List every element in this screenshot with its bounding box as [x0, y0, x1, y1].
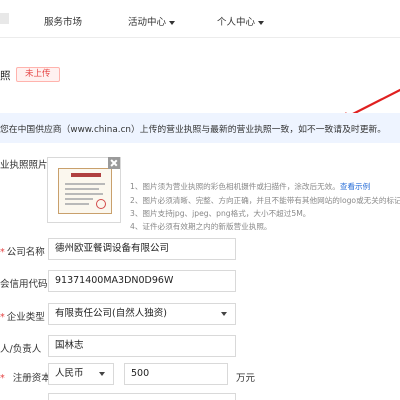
doc-line [65, 183, 105, 185]
capital-amount-field[interactable]: 500 [124, 363, 228, 385]
upload-hint: 3、图片支持jpg、jpeg、png格式，大小不超过5M。 [130, 208, 310, 219]
nav-item-personal-center[interactable]: 个人中心 [217, 14, 265, 28]
seal-icon [96, 199, 106, 209]
nav-item-label: 服务市场 [44, 17, 83, 28]
notice-bar: 您在中国供应商（www.china.cn）上传的营业执照与最新的营业执照一致，如… [0, 113, 400, 143]
currency-select[interactable]: 人民币 [48, 363, 114, 385]
nav-item-partial[interactable] [0, 13, 9, 24]
upload-hint: 2、图片必须清晰、完整、方向正确，并且不能带有其他网站的logo或无关的标记信息 [130, 195, 400, 206]
view-example-link[interactable]: 查看示例 [340, 182, 370, 191]
chevron-down-icon [258, 20, 265, 25]
doc-line [65, 198, 93, 200]
doc-line [65, 188, 99, 190]
company-type-label: * 企业类型 [0, 309, 45, 323]
nav-item-label: 个人中心 [217, 17, 256, 28]
hint-text: 1、图片须为营业执照的彩色相机摄件或扫描件，涂改后无效。 [130, 182, 340, 191]
upload-label: 业执照照片 [0, 160, 48, 171]
label-text: 企业类型 [6, 312, 45, 323]
doc-title-mark [71, 173, 101, 177]
select-value: 人民币 [55, 368, 84, 379]
nav-item-service-market[interactable]: 服务市场 [44, 14, 82, 28]
select-value: 有限责任公司(自然人独资) [55, 308, 167, 319]
chevron-down-icon [99, 372, 105, 376]
hint-text: 3、图片支持jpg、jpeg、png格式，大小不超过5M。 [130, 209, 311, 218]
upload-hint: 1、图片须为营业执照的彩色相机摄件或扫描件，涂改后无效。查看示例 [130, 181, 370, 192]
page-title: 照 [0, 70, 11, 82]
nav-item-label: 活动中心 [128, 17, 167, 28]
delete-image-icon[interactable] [108, 157, 120, 169]
doc-line [65, 203, 89, 205]
hint-text: 2、图片必须清晰、完整、方向正确，并且不能带有其他网站的logo或无关的标记信息 [130, 196, 400, 205]
hint-text: 4、证件必须有效期之内的新版营业执照。 [130, 222, 272, 231]
company-type-select[interactable]: 有限责任公司(自然人独资) [48, 303, 236, 325]
company-name-field[interactable]: 德州欧亚餐调设备有限公司 [48, 238, 236, 260]
registered-capital-label: * 注册资本 [0, 370, 51, 384]
next-field-partial[interactable] [48, 393, 236, 400]
top-nav: 服务市场 活动中心 个人中心 [0, 0, 400, 38]
nav-item-activity-center[interactable]: 活动中心 [128, 14, 176, 28]
credit-code-label: 会信用代码 [0, 279, 48, 290]
required-mark: * [0, 312, 5, 323]
doc-line [65, 193, 103, 195]
company-name-label: * 公司名称 [0, 244, 45, 258]
label-text: 公司名称 [6, 247, 45, 258]
upload-hint: 4、证件必须有效期之内的新版营业执照。 [130, 221, 272, 232]
label-text: 注册资本 [12, 373, 51, 384]
chevron-down-icon [221, 312, 227, 316]
notice-text: 您在中国供应商（www.china.cn）上传的营业执照与最新的营业执照一致，如… [0, 125, 387, 135]
capital-unit: 万元 [236, 373, 256, 384]
legal-person-field[interactable]: 国林志 [48, 335, 236, 357]
credit-code-field[interactable]: 91371400MA3DN0D96W [48, 270, 236, 292]
required-mark: * [0, 247, 5, 258]
status-badge: 未上传 [16, 67, 60, 82]
business-license-image [58, 168, 112, 214]
chevron-down-icon [169, 20, 176, 25]
legal-person-label: 人/负责人 [0, 344, 42, 355]
required-mark: * [0, 373, 5, 384]
